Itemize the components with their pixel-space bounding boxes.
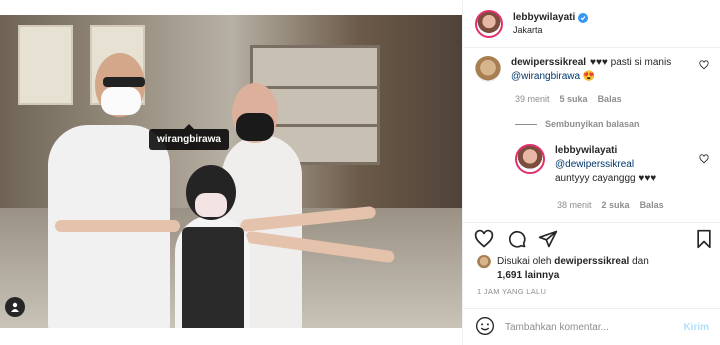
reply-username[interactable]: lebbywilayati bbox=[555, 145, 617, 156]
liked-by-user[interactable]: dewiperssikreal bbox=[554, 256, 629, 267]
comment-meta: 39 menit 5 suka Balas bbox=[515, 94, 622, 104]
header-location[interactable]: Jakarta bbox=[513, 25, 588, 35]
post-comment-button[interactable]: Kirim bbox=[683, 322, 709, 333]
photo-user-tag[interactable]: wirangbirawa bbox=[149, 124, 229, 150]
add-comment-bar: Kirim bbox=[463, 308, 720, 345]
comment-text: dewiperssikreal ♥♥♥ pasti si manis @wiran… bbox=[511, 56, 681, 84]
photo-poster bbox=[18, 25, 73, 105]
bookmark-icon[interactable] bbox=[693, 228, 715, 250]
comments-list: dewiperssikreal ♥♥♥ pasti si manis @wiran… bbox=[463, 48, 720, 223]
hide-replies-label: Sembunyikan balasan bbox=[545, 119, 640, 129]
reply-body: auntyyy cayanggg ♥♥♥ bbox=[555, 173, 657, 184]
liked-by-middle: dan bbox=[629, 256, 649, 267]
comment-input[interactable] bbox=[505, 321, 684, 333]
reply-reply-button[interactable]: Balas bbox=[640, 200, 664, 210]
comment-likes[interactable]: 5 suka bbox=[560, 94, 588, 104]
hide-replies-toggle[interactable]: Sembunyikan balasan bbox=[515, 119, 640, 129]
reply-meta: 38 menit 2 suka Balas bbox=[557, 200, 664, 210]
liked-by-count[interactable]: 1,691 lainnya bbox=[497, 270, 559, 281]
photo-mask bbox=[101, 87, 141, 115]
reply-mention[interactable]: @dewiperssikreal bbox=[555, 159, 634, 170]
header-username[interactable]: lebbywilayati bbox=[513, 12, 575, 23]
reply-time[interactable]: 38 menit bbox=[557, 200, 592, 210]
post-photo[interactable] bbox=[0, 15, 462, 328]
post-sidebar: lebbywilayati Jakarta dewiperssikreal ♥♥♥… bbox=[462, 0, 720, 345]
reply-likes[interactable]: 2 suka bbox=[602, 200, 630, 210]
user-tag-icon[interactable] bbox=[5, 297, 25, 317]
photo-girl-dress bbox=[182, 227, 244, 328]
reply-text: lebbywilayati @dewiperssikreal auntyyy c… bbox=[555, 144, 685, 186]
share-icon[interactable] bbox=[537, 228, 559, 250]
comment-like-heart-icon[interactable] bbox=[699, 60, 709, 73]
photo-arm bbox=[55, 220, 180, 232]
liked-by-summary: Disukai oleh dewiperssikreal dan 1,691 l… bbox=[477, 255, 707, 283]
photo-sunglasses bbox=[103, 77, 145, 87]
verified-badge-icon bbox=[578, 12, 589, 23]
heart-icon[interactable] bbox=[473, 228, 495, 250]
comment-text-suffix: 😍 bbox=[580, 71, 596, 82]
comment-username[interactable]: dewiperssikreal bbox=[511, 57, 586, 68]
divider bbox=[515, 123, 537, 125]
liked-by-prefix: Disukai oleh bbox=[497, 256, 555, 267]
comment-text-prefix: ♥♥♥ pasti si manis bbox=[590, 57, 672, 68]
post-actions bbox=[463, 222, 720, 252]
comment-icon[interactable] bbox=[506, 228, 528, 250]
comment-time[interactable]: 39 menit bbox=[515, 94, 550, 104]
post-timestamp[interactable]: 1 JAM YANG LALU bbox=[477, 287, 546, 296]
emoji-icon[interactable] bbox=[475, 316, 495, 339]
avatar[interactable] bbox=[475, 56, 501, 82]
post-header: lebbywilayati Jakarta bbox=[463, 0, 720, 48]
reply-like-heart-icon[interactable] bbox=[699, 154, 709, 167]
avatar[interactable] bbox=[475, 9, 503, 38]
comment-item: dewiperssikreal ♥♥♥ pasti si manis @wiran… bbox=[475, 56, 681, 84]
comment-mention[interactable]: @wirangbirawa bbox=[511, 71, 580, 82]
avatar[interactable] bbox=[515, 144, 545, 174]
post-media-panel: wirangbirawa bbox=[0, 0, 462, 345]
reply-item: lebbywilayati @dewiperssikreal auntyyy c… bbox=[515, 144, 685, 186]
avatar[interactable] bbox=[477, 255, 491, 269]
photo-mask bbox=[195, 193, 227, 217]
photo-mask bbox=[236, 113, 274, 141]
comment-reply-button[interactable]: Balas bbox=[598, 94, 622, 104]
